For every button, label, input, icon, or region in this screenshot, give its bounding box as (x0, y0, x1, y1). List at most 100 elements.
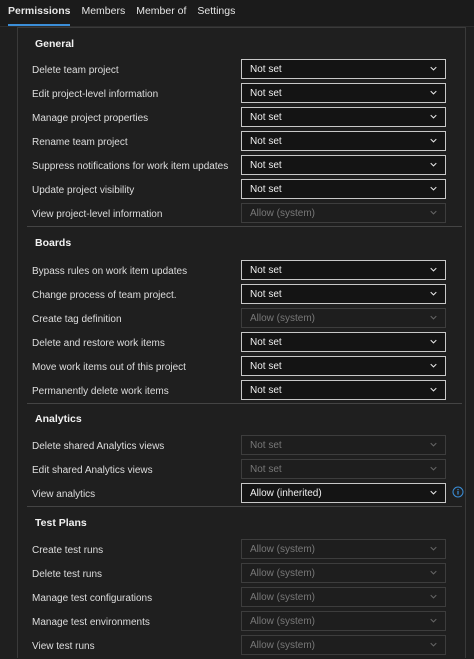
permission-value: Not set (250, 440, 282, 451)
permission-row: Delete and restore work items Not set (18, 332, 466, 356)
section-title: Test Plans (35, 517, 87, 529)
permission-dropdown[interactable]: Not set (241, 155, 446, 175)
chevron-down-icon (430, 546, 437, 551)
permission-label: Manage project properties (32, 113, 149, 124)
permission-row: Manage project properties Not set (18, 107, 466, 131)
section-divider (27, 403, 462, 404)
permission-dropdown[interactable]: Not set (241, 59, 446, 79)
permission-row: Suppress notifications for work item upd… (18, 155, 466, 179)
permission-label: Update project visibility (32, 185, 135, 196)
permission-value: Allow (system) (250, 568, 316, 579)
permission-value: Not set (250, 112, 282, 123)
permission-dropdown: Allow (system) (241, 539, 446, 559)
chevron-down-icon (430, 90, 437, 95)
permission-label: Edit shared Analytics views (32, 465, 153, 476)
tab-members[interactable]: Members (81, 0, 125, 24)
section-divider (27, 506, 462, 507)
permission-dropdown: Not set (241, 459, 446, 479)
permission-dropdown[interactable]: Allow (inherited) (241, 483, 446, 503)
permission-dropdown[interactable]: Not set (241, 332, 446, 352)
permission-dropdown: Allow (system) (241, 203, 446, 223)
permission-value: Allow (inherited) (250, 488, 322, 499)
permission-row: Bypass rules on work item updates Not set (18, 260, 466, 284)
chevron-down-icon (430, 387, 437, 392)
section-title: Analytics (35, 413, 82, 425)
chevron-down-icon (430, 490, 437, 495)
chevron-down-icon (430, 339, 437, 344)
permission-dropdown[interactable]: Not set (241, 380, 446, 400)
permission-dropdown: Not set (241, 435, 446, 455)
permission-dropdown[interactable]: Not set (241, 131, 446, 151)
permission-row: Delete team project Not set (18, 59, 466, 83)
permission-value: Not set (250, 160, 282, 171)
tab-permissions[interactable]: Permissions (8, 0, 71, 26)
permission-label: Change process of team project. (32, 290, 177, 301)
chevron-down-icon (430, 642, 437, 647)
permission-label: Delete shared Analytics views (32, 441, 165, 452)
permission-dropdown[interactable]: Not set (241, 356, 446, 376)
permission-row: Create tag definition Allow (system) (18, 308, 466, 332)
permission-label: Rename team project (32, 137, 128, 148)
chevron-down-icon (430, 114, 437, 119)
permission-value: Allow (system) (250, 208, 316, 219)
permission-value: Not set (250, 136, 282, 147)
permission-row: Delete shared Analytics views Not set (18, 435, 466, 459)
chevron-down-icon (430, 618, 437, 623)
permissions-panel: General Delete team project Not set Edit pr… (8, 27, 466, 658)
permission-dropdown[interactable]: Not set (241, 179, 446, 199)
chevron-down-icon (430, 162, 437, 167)
permission-row: View analytics Allow (inherited) (18, 483, 466, 507)
chevron-down-icon (430, 594, 437, 599)
permission-value: Allow (system) (250, 640, 316, 651)
permission-row: Permanently delete work items Not set (18, 380, 466, 404)
permission-value: Allow (system) (250, 592, 316, 603)
permission-value: Not set (250, 464, 282, 475)
permission-value: Not set (250, 289, 282, 300)
chevron-down-icon (430, 66, 437, 71)
tab-bar: Permissions Members Member of Settings (0, 0, 474, 27)
permission-label: Create tag definition (32, 314, 122, 325)
permission-row: Update project visibility Not set (18, 179, 466, 203)
permission-label: View analytics (32, 489, 96, 500)
chevron-down-icon (430, 138, 437, 143)
section-title: Boards (35, 237, 72, 249)
tab-member-of[interactable]: Member of (136, 0, 186, 24)
permission-value: Not set (250, 265, 282, 276)
permission-label: Permanently delete work items (32, 386, 169, 397)
permission-dropdown[interactable]: Not set (241, 284, 446, 304)
permission-row: Manage test environments Allow (system) (18, 611, 466, 635)
permission-row: View test runs Allow (system) (18, 635, 466, 659)
permission-row: Edit shared Analytics views Not set (18, 459, 466, 483)
permission-label: Create test runs (32, 545, 104, 556)
permission-value: Not set (250, 361, 282, 372)
chevron-down-icon (430, 291, 437, 296)
permission-value: Allow (system) (250, 616, 316, 627)
permission-row: Edit project-level information Not set (18, 83, 466, 107)
tab-settings[interactable]: Settings (197, 0, 235, 24)
permission-label: Suppress notifications for work item upd… (32, 161, 229, 172)
permission-label: Edit project-level information (32, 89, 159, 100)
chevron-down-icon (430, 466, 437, 471)
permission-label: Delete and restore work items (32, 338, 165, 349)
chevron-down-icon (430, 315, 437, 320)
permission-row: Rename team project Not set (18, 131, 466, 155)
permission-label: Delete test runs (32, 569, 103, 580)
permission-dropdown[interactable]: Not set (241, 260, 446, 280)
chevron-down-icon (430, 363, 437, 368)
chevron-down-icon (430, 186, 437, 191)
permission-dropdown[interactable]: Not set (241, 107, 446, 127)
chevron-down-icon (430, 210, 437, 215)
chevron-down-icon (430, 267, 437, 272)
permission-dropdown[interactable]: Not set (241, 83, 446, 103)
permission-dropdown: Allow (system) (241, 611, 446, 631)
permission-value: Not set (250, 88, 282, 99)
info-icon[interactable] (452, 486, 464, 498)
chevron-down-icon (430, 570, 437, 575)
permission-value: Allow (system) (250, 313, 316, 324)
permission-value: Not set (250, 184, 282, 195)
permission-dropdown: Allow (system) (241, 587, 446, 607)
permission-row: Manage test configurations Allow (system) (18, 587, 466, 611)
section-title: General (35, 38, 75, 50)
permission-label: Manage test environments (32, 617, 150, 628)
permission-value: Not set (250, 385, 282, 396)
